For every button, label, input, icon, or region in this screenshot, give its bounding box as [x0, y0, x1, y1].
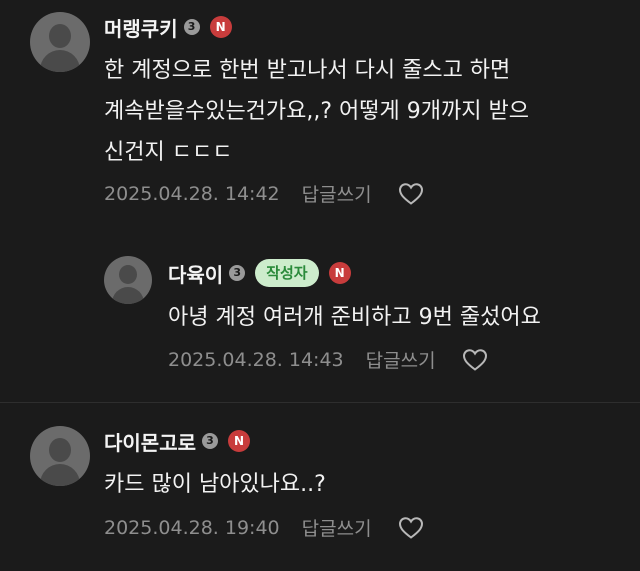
comment-date: 2025.04.28. 19:40: [104, 516, 280, 539]
reply-button[interactable]: 답글쓰기: [366, 346, 436, 373]
comment-header: 다이몬고로 3 N: [104, 426, 250, 456]
comment-meta: 2025.04.28. 19:40 답글쓰기: [104, 514, 424, 541]
comment-date: 2025.04.28. 14:42: [104, 182, 280, 205]
comment-text-line: 계속받을수있는건가요,,? 어떻게 9개까지 받으: [104, 99, 529, 124]
comment-date: 2025.04.28. 14:43: [168, 348, 344, 371]
default-profile-icon[interactable]: [104, 256, 152, 304]
new-badge: N: [228, 430, 250, 452]
comment-header: 머랭쿠키 3 N: [104, 12, 232, 42]
reply-button[interactable]: 답글쓰기: [302, 180, 372, 207]
author-badge: 작성자: [255, 259, 319, 287]
comment-divider: [0, 402, 640, 403]
default-profile-icon[interactable]: [30, 426, 90, 486]
comment-meta: 2025.04.28. 14:43 답글쓰기: [168, 346, 488, 373]
reply-button[interactable]: 답글쓰기: [302, 514, 372, 541]
heart-outline-icon[interactable]: [398, 182, 424, 206]
default-profile-icon[interactable]: [30, 12, 90, 72]
level-badge: 3: [183, 19, 200, 35]
comment-text-line: 신건지 ㄷㄷㄷ: [104, 140, 233, 165]
comment-text-line: 아녕 계정 여러개 준비하고 9번 줄섰어요: [168, 305, 541, 330]
new-badge: N: [209, 16, 232, 38]
comment-header: 다육이 3 작성자 N: [168, 258, 351, 288]
nickname[interactable]: 다육이: [168, 259, 223, 288]
level-badge: 3: [202, 433, 218, 449]
nickname[interactable]: 다이몬고로: [104, 427, 196, 456]
comment-meta: 2025.04.28. 14:42 답글쓰기: [104, 180, 424, 207]
comment-text-line: 카드 많이 남아있나요..?: [104, 472, 326, 497]
new-badge: N: [328, 262, 351, 284]
nickname[interactable]: 머랭쿠키: [104, 13, 178, 42]
comment-text-line: 한 계정으로 한번 받고나서 다시 줄스고 하면: [104, 58, 511, 83]
heart-outline-icon[interactable]: [398, 516, 424, 540]
level-badge: 3: [229, 265, 246, 281]
heart-outline-icon[interactable]: [462, 348, 488, 372]
